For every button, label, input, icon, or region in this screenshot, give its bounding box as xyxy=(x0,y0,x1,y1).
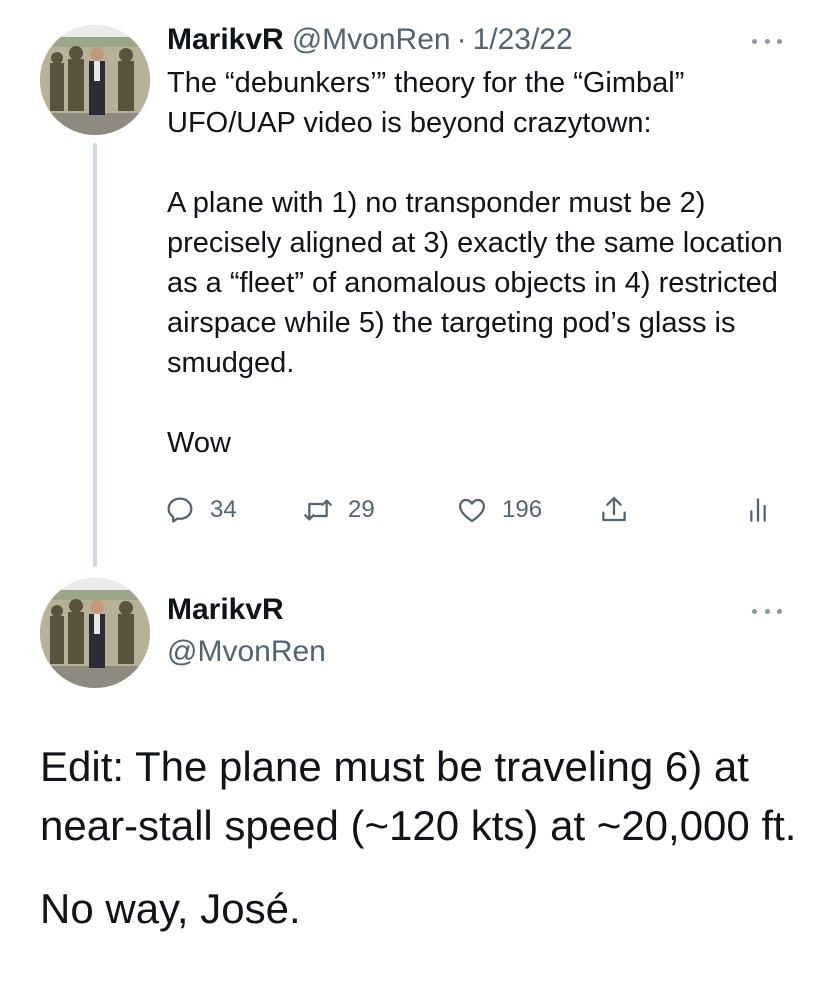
author-name[interactable]: MarikvR xyxy=(167,590,284,630)
more-horizontal-icon[interactable] xyxy=(752,36,782,46)
tweet-text: The “debunkers’” theory for the “Gimbal”… xyxy=(167,63,807,463)
author-name[interactable]: MarikvR xyxy=(167,20,284,60)
avatar[interactable] xyxy=(40,578,150,688)
tweet-actions: 34 29 196 xyxy=(164,490,774,530)
tweet-date[interactable]: 1/23/22 xyxy=(473,20,573,60)
tweet-paragraph: The “debunkers’” theory for the “Gimbal”… xyxy=(167,67,693,139)
like-count: 196 xyxy=(502,496,543,523)
heart-icon xyxy=(459,498,485,523)
tweet-text: Edit: The plane must be traveling 6) at … xyxy=(40,737,810,938)
tweet-paragraph: Edit: The plane must be traveling 6) at … xyxy=(40,743,797,849)
like-button[interactable]: 196 xyxy=(456,490,542,530)
avatar-photo xyxy=(40,25,150,135)
author-handle[interactable]: @MvonRen xyxy=(292,20,451,60)
tweet-paragraph: Wow xyxy=(167,427,231,459)
avatar-photo xyxy=(40,578,150,688)
share-button[interactable] xyxy=(598,490,630,530)
tweet-header: MarikvR @MvonRen · 1/23/22 xyxy=(167,20,573,60)
retweet-button[interactable]: 29 xyxy=(302,490,375,530)
retweet-count: 29 xyxy=(348,496,375,523)
reply-button[interactable]: 34 xyxy=(164,490,237,530)
share-icon xyxy=(602,496,626,522)
thread-line xyxy=(93,143,97,567)
author-handle[interactable]: @MvonRen xyxy=(167,632,326,672)
analytics-icon xyxy=(750,498,766,522)
reply-count: 34 xyxy=(210,496,237,523)
analytics-button[interactable] xyxy=(742,490,774,530)
avatar[interactable] xyxy=(40,25,150,135)
reply-icon xyxy=(167,497,193,523)
separator-dot: · xyxy=(456,23,467,56)
more-horizontal-icon[interactable] xyxy=(752,606,782,616)
tweet-paragraph: A plane with 1) no transponder must be 2… xyxy=(167,187,791,379)
tweet-paragraph: No way, José. xyxy=(40,885,301,932)
retweet-icon xyxy=(304,499,332,521)
